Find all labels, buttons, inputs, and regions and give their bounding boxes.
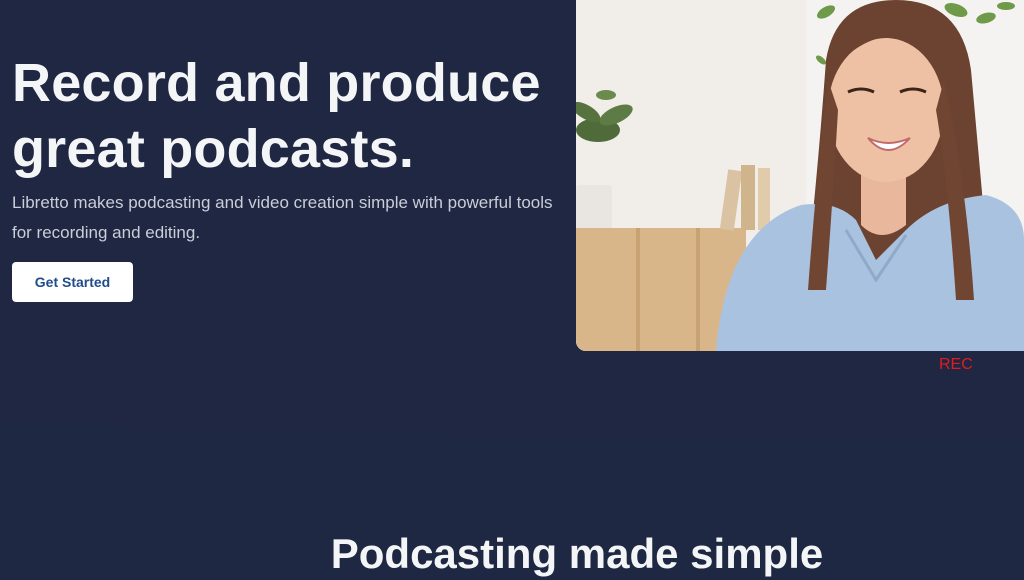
hero-section: Record and produce great podcasts. Libre… bbox=[0, 0, 1024, 440]
rec-indicator: REC bbox=[939, 356, 973, 373]
hero-subtitle: Libretto makes podcasting and video crea… bbox=[12, 193, 553, 242]
section-title: Podcasting made simple bbox=[330, 530, 824, 577]
get-started-button[interactable]: Get Started bbox=[12, 262, 133, 302]
person-face bbox=[828, 38, 944, 182]
hero-title: Record and produce great podcasts. bbox=[12, 53, 541, 179]
video-preview[interactable] bbox=[576, 0, 1024, 351]
video-image bbox=[576, 0, 1024, 351]
section-divider-wave bbox=[0, 422, 1024, 460]
